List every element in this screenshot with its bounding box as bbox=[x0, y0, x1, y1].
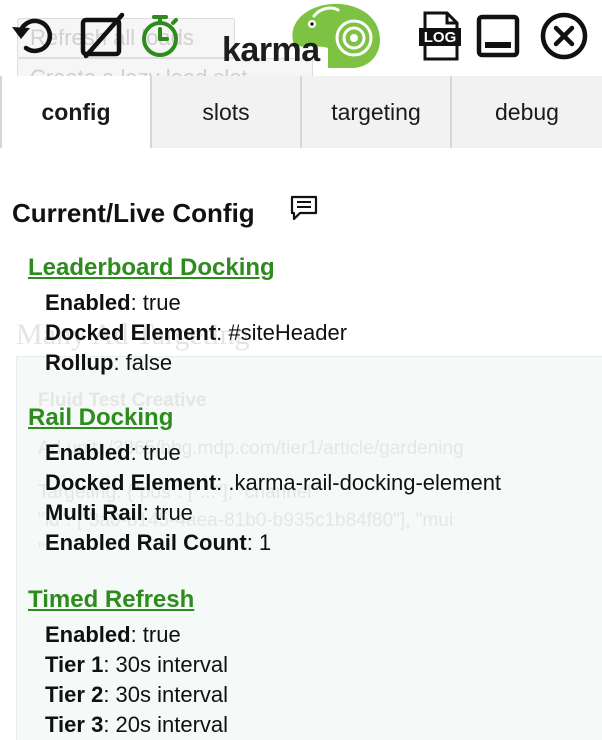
tab-bar: config slots targeting debug bbox=[0, 76, 602, 148]
config-panel: Current/Live Config Leaderboard Docking … bbox=[0, 148, 602, 740]
config-property: Tier 2: 30s interval bbox=[45, 682, 229, 707]
tab-config[interactable]: config bbox=[0, 76, 152, 148]
config-property: Tier 1: 30s interval bbox=[45, 652, 229, 677]
config-property: Multi Rail: true bbox=[45, 500, 193, 525]
config-property: Enabled: true bbox=[45, 440, 181, 465]
logo-text: karma bbox=[222, 31, 320, 69]
log-icon[interactable]: LOG bbox=[414, 10, 466, 62]
karma-toolbar: karma LOG bbox=[0, 0, 602, 76]
group-title-link[interactable]: Timed Refresh bbox=[28, 586, 194, 614]
config-group-rail-docking: Rail Docking Enabled: true Docked Elemen… bbox=[28, 404, 501, 558]
config-property: Enabled: true bbox=[45, 622, 181, 647]
config-group-timed-refresh: Timed Refresh Enabled: true Tier 1: 30s … bbox=[28, 586, 228, 740]
group-title-link[interactable]: Rail Docking bbox=[28, 404, 173, 432]
config-property: Enabled Rail Count: 1 bbox=[45, 530, 272, 555]
config-property: Docked Element: .karma-rail-docking-elem… bbox=[45, 470, 502, 495]
close-icon[interactable] bbox=[538, 10, 590, 62]
timer-icon[interactable] bbox=[134, 10, 186, 62]
config-property: Rollup: false bbox=[45, 350, 173, 375]
refresh-icon[interactable] bbox=[8, 10, 60, 62]
config-property: Tier 3: 20s interval bbox=[45, 712, 229, 737]
no-display-icon[interactable] bbox=[76, 10, 128, 62]
comment-icon[interactable] bbox=[290, 195, 318, 221]
tab-debug[interactable]: debug bbox=[452, 76, 602, 148]
config-group-leaderboard-docking: Leaderboard Docking Enabled: true Docked… bbox=[28, 254, 347, 378]
page-title: Current/Live Config bbox=[12, 198, 255, 228]
config-property: Docked Element: #siteHeader bbox=[45, 320, 348, 345]
group-title-link[interactable]: Leaderboard Docking bbox=[28, 254, 275, 282]
minimize-icon[interactable] bbox=[472, 10, 524, 62]
log-label: LOG bbox=[424, 29, 457, 46]
config-property: Enabled: true bbox=[45, 290, 181, 315]
tab-targeting[interactable]: targeting bbox=[302, 76, 452, 148]
tab-slots[interactable]: slots bbox=[152, 76, 302, 148]
